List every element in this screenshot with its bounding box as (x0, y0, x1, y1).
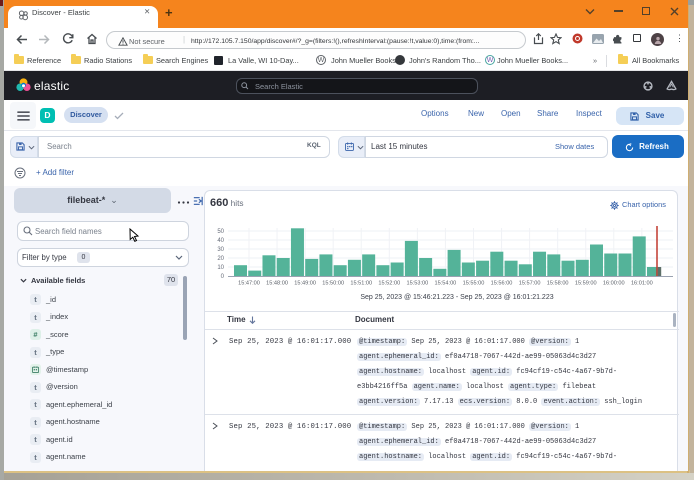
svg-text:15:54:00: 15:54:00 (435, 281, 457, 287)
svg-text:15:50:00: 15:50:00 (322, 281, 344, 287)
svg-text:15:55:00: 15:55:00 (463, 281, 485, 287)
svg-text:15:51:00: 15:51:00 (350, 281, 372, 287)
svg-text:0: 0 (221, 274, 225, 280)
svg-text:16:01:00: 16:01:00 (631, 281, 653, 287)
svg-text:15:48:00: 15:48:00 (266, 281, 288, 287)
svg-text:10: 10 (217, 265, 224, 271)
svg-text:16:00:00: 16:00:00 (603, 281, 625, 287)
svg-text:15:57:00: 15:57:00 (519, 281, 541, 287)
svg-text:15:53:00: 15:53:00 (406, 281, 428, 287)
svg-text:30: 30 (217, 247, 224, 253)
svg-text:15:52:00: 15:52:00 (378, 281, 400, 287)
svg-text:15:58:00: 15:58:00 (547, 281, 569, 287)
svg-text:20: 20 (217, 256, 224, 262)
svg-text:15:47:00: 15:47:00 (238, 281, 260, 287)
svg-text:50: 50 (217, 229, 224, 235)
svg-text:15:56:00: 15:56:00 (491, 281, 513, 287)
svg-text:15:59:00: 15:59:00 (575, 281, 597, 287)
svg-text:15:49:00: 15:49:00 (294, 281, 316, 287)
svg-text:40: 40 (217, 238, 224, 244)
